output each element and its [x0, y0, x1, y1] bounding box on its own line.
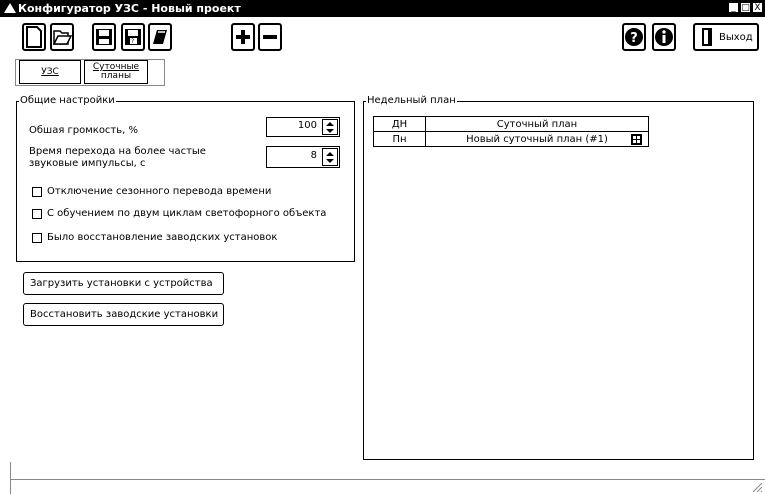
exit-door-icon — [702, 28, 712, 46]
tab-uzs-label: УЗС — [41, 66, 59, 77]
help-button[interactable]: ? — [622, 23, 646, 51]
training-cycles-label: С обучением по двум циклам светофорного … — [47, 208, 327, 219]
new-file-icon — [26, 26, 42, 48]
volume-value: 100 — [297, 120, 317, 131]
resize-grip-icon[interactable] — [752, 482, 763, 493]
transition-spinner[interactable]: 8 — [266, 146, 340, 168]
tab-daily-plans[interactable]: Суточные планы — [84, 60, 148, 84]
close-button[interactable]: X — [752, 2, 763, 13]
restore-factory-button[interactable]: Восстановить заводские установки — [23, 303, 224, 326]
transition-label-line2: звуковые импульсы, с — [29, 158, 146, 169]
seasonal-time-checkbox[interactable] — [32, 187, 42, 197]
minimize-button[interactable]: _ — [728, 2, 739, 13]
day-cell[interactable]: Пн — [373, 131, 426, 147]
volume-spinner-buttons[interactable] — [322, 119, 338, 135]
title-bar: Конфигуратор УЗС - Новый проект _ □ X — [0, 0, 765, 17]
general-settings-legend: Общие настройки — [19, 95, 116, 106]
window-title: Конфигуратор УЗС - Новый проект — [18, 2, 241, 15]
plan-cell-value: Новый суточный план (#1) — [466, 133, 608, 145]
transition-label-line1: Время перехода на более частые — [29, 146, 206, 157]
spin-up-icon[interactable] — [326, 152, 334, 156]
help-icon: ? — [625, 28, 643, 46]
exit-button[interactable]: Выход — [693, 23, 759, 51]
spin-down-icon[interactable] — [326, 129, 334, 133]
spin-down-icon[interactable] — [326, 159, 334, 163]
plan-cell[interactable]: Новый суточный план (#1) — [425, 131, 649, 147]
spin-up-icon[interactable] — [326, 122, 334, 126]
factory-restored-label: Было восстановление заводских установок — [47, 232, 278, 243]
column-header-day: ДН — [373, 116, 426, 132]
factory-restored-checkbox[interactable] — [32, 233, 42, 243]
weekly-plan-legend: Недельный план — [366, 95, 457, 106]
open-folder-icon — [52, 30, 72, 45]
exit-label: Выход — [719, 31, 753, 43]
add-button[interactable] — [231, 23, 255, 51]
load-from-device-label: Загрузить установки с устройства — [30, 278, 213, 289]
transition-spinner-buttons[interactable] — [322, 148, 338, 166]
save-as-button[interactable]: ? — [121, 23, 145, 51]
info-button[interactable] — [652, 23, 676, 51]
svg-text:?: ? — [630, 31, 638, 46]
status-bar — [10, 479, 765, 495]
table-header-row: ДН Суточный план — [373, 116, 649, 132]
info-icon — [655, 28, 673, 46]
save-icon — [96, 29, 112, 45]
erase-icon — [153, 30, 167, 44]
column-header-daily-plan: Суточный план — [425, 116, 649, 132]
remove-button[interactable] — [258, 23, 282, 51]
dropdown-icon[interactable] — [631, 134, 642, 145]
volume-spinner[interactable]: 100 — [266, 117, 340, 137]
seasonal-time-label: Отключение сезонного перевода времени — [47, 186, 272, 197]
minus-icon — [263, 35, 277, 39]
svg-text:?: ? — [131, 38, 134, 45]
tab-uzs[interactable]: УЗС — [19, 60, 81, 84]
save-button[interactable] — [92, 23, 116, 51]
new-file-button[interactable] — [22, 23, 46, 51]
left-border — [10, 462, 11, 494]
maximize-button[interactable]: □ — [740, 2, 751, 13]
tab-daily-plans-label-2: планы — [100, 71, 132, 81]
load-from-device-button[interactable]: Загрузить установки с устройства — [23, 272, 224, 295]
app-logo-icon — [4, 3, 16, 13]
table-row[interactable]: Пн Новый суточный план (#1) — [373, 131, 649, 147]
weekly-plan-group — [363, 101, 754, 460]
volume-label: Обшая громкость, % — [29, 125, 139, 136]
open-button[interactable] — [50, 23, 74, 51]
save-as-icon: ? — [125, 29, 141, 45]
transition-value: 8 — [310, 150, 317, 161]
restore-factory-label: Восстановить заводские установки — [30, 309, 219, 320]
training-cycles-checkbox[interactable] — [32, 209, 42, 219]
plus-icon — [236, 30, 250, 44]
erase-button[interactable] — [148, 23, 172, 51]
weekly-plan-table: ДН Суточный план Пн Новый суточный план … — [373, 116, 649, 147]
